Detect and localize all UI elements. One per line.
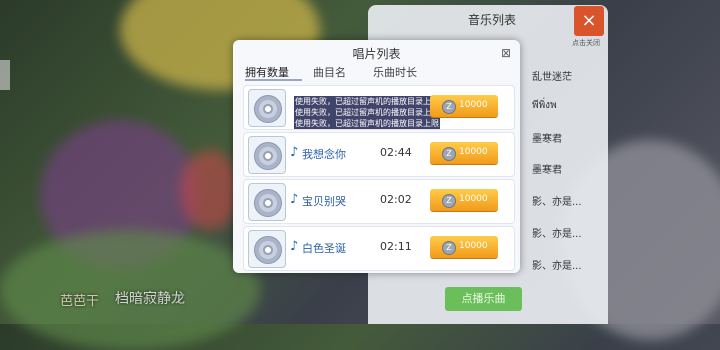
price-label: 10000 <box>459 194 488 204</box>
song-name: 白色圣诞 <box>302 242 346 255</box>
error-toast: 使用失败，已超过留声机的播放目录上限 <box>294 118 440 129</box>
buy-button[interactable]: Z 10000 <box>430 142 498 164</box>
song-duration: 02:44 <box>380 146 412 159</box>
music-list-item[interactable]: 乱世迷茫 <box>532 68 572 83</box>
request-song-button[interactable]: 点播乐曲 <box>445 287 522 311</box>
song-name: 我想念你 <box>302 148 346 161</box>
record-list: 使用失败，已超过留声机的播放目录上限 使用失败，已超过留声机的播放目录上限 使用… <box>243 83 515 271</box>
music-list-item[interactable]: พีพิ่งพ <box>532 98 557 113</box>
music-note-icon: ♪ <box>290 145 299 160</box>
song-duration: 02:11 <box>380 240 412 253</box>
record-row[interactable]: ♪ 宝贝别哭 02:02 Z 10000 <box>243 179 515 224</box>
song-name: 宝贝别哭 <box>302 195 346 208</box>
record-thumbnail <box>248 230 286 268</box>
music-list-item[interactable]: 墨寒君 <box>532 161 562 176</box>
coin-icon: Z <box>442 147 456 161</box>
music-list-item[interactable]: 影、亦是... <box>532 257 582 272</box>
dialog-title: 唱片列表 <box>352 47 401 61</box>
song-duration: 02:02 <box>380 193 412 206</box>
tab-song-duration[interactable]: 乐曲时长 <box>373 64 417 80</box>
price-label: 10000 <box>459 100 488 110</box>
record-row[interactable]: 使用失败，已超过留声机的播放目录上限 使用失败，已超过留声机的播放目录上限 使用… <box>243 85 515 130</box>
vinyl-disc-icon <box>254 189 282 217</box>
player-name: 芭芭干 <box>60 294 100 309</box>
coin-icon: Z <box>442 241 456 255</box>
vinyl-disc-icon <box>254 236 282 264</box>
record-thumbnail <box>248 89 286 127</box>
record-row[interactable]: ♪ 我想念你 02:44 Z 10000 <box>243 132 515 177</box>
music-panel-close-button[interactable]: × <box>574 6 604 36</box>
music-note-icon: ♪ <box>290 192 299 207</box>
record-list-dialog: 唱片列表 ⊠ 拥有数量 曲目名 乐曲时长 使用失败，已超过留声机的播放目录上限 … <box>233 40 520 273</box>
close-icon[interactable]: ⊠ <box>501 46 511 60</box>
tab-owned-count[interactable]: 拥有数量 <box>245 64 289 80</box>
error-toast: 使用失败，已超过留声机的播放目录上限 <box>294 96 440 107</box>
record-thumbnail <box>248 183 286 221</box>
buy-button[interactable]: Z 10000 <box>430 236 498 258</box>
music-list-item[interactable]: 墨寒君 <box>532 130 562 145</box>
music-list-item[interactable]: 影、亦是... <box>532 225 582 240</box>
music-note-icon: ♪ <box>290 239 299 254</box>
price-label: 10000 <box>459 147 488 157</box>
record-row[interactable]: ♪ 白色圣诞 02:11 Z 10000 <box>243 226 515 271</box>
active-tab-underline <box>245 79 302 81</box>
coin-icon: Z <box>442 100 456 114</box>
vinyl-disc-icon <box>254 142 282 170</box>
buy-button[interactable]: Z 10000 <box>430 95 498 117</box>
tab-song-name[interactable]: 曲目名 <box>313 64 346 80</box>
coin-icon: Z <box>442 194 456 208</box>
music-list-item[interactable]: 影、亦是... <box>532 193 582 208</box>
music-panel-close-caption: 点击关闭 <box>572 39 600 47</box>
buy-button[interactable]: Z 10000 <box>430 189 498 211</box>
left-arrow-icon[interactable] <box>0 60 10 90</box>
music-list-title: 音乐列表 <box>468 13 517 27</box>
player-name-2: 档暗寂静龙 <box>115 291 185 307</box>
error-toast: 使用失败，已超过留声机的播放目录上限 <box>294 107 440 118</box>
vinyl-disc-icon <box>254 95 282 123</box>
price-label: 10000 <box>459 241 488 251</box>
background-red-character <box>180 150 240 230</box>
record-thumbnail <box>248 136 286 174</box>
